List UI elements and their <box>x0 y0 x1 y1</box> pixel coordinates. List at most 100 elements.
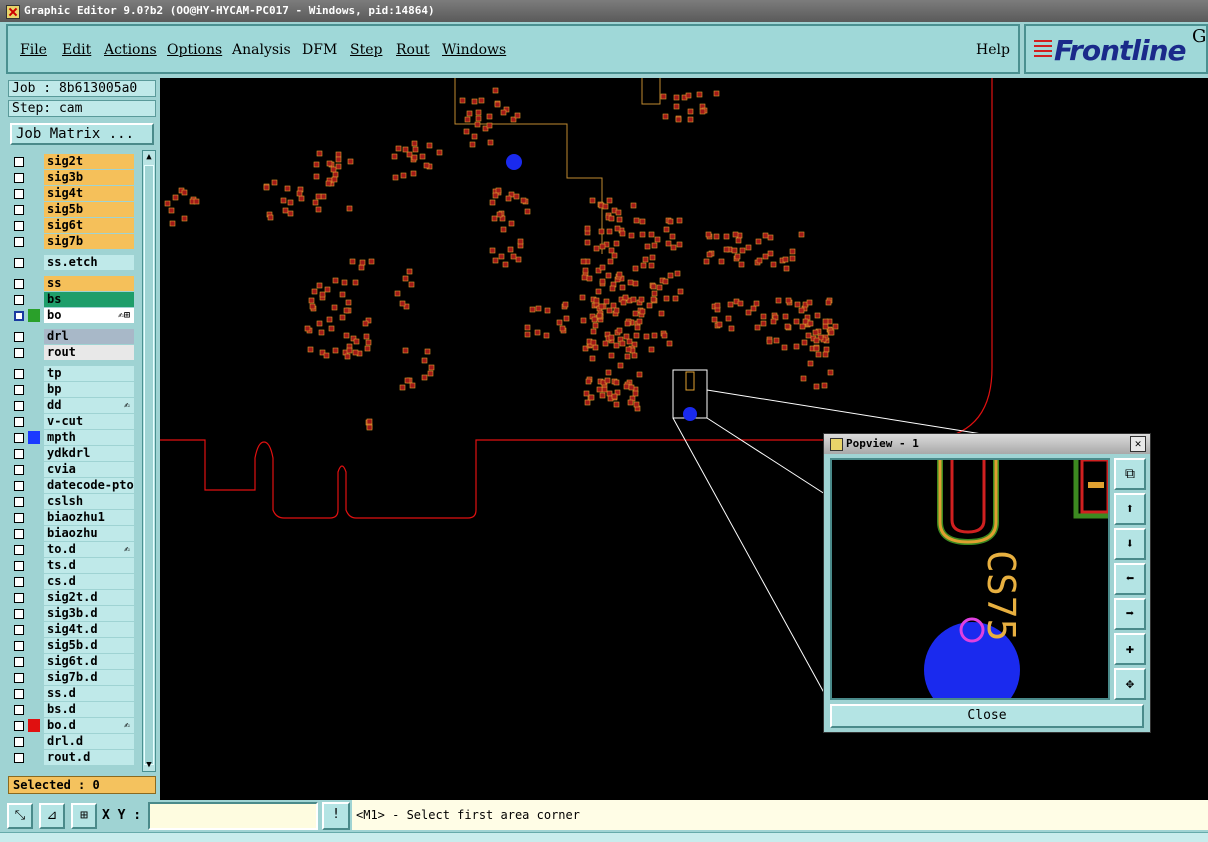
layer-name[interactable]: sig3b.d <box>44 606 134 621</box>
layer-row-rout.d[interactable]: rout.d <box>8 750 134 765</box>
layer-checkbox[interactable] <box>14 369 24 379</box>
layer-name[interactable]: sig7b <box>44 234 134 249</box>
layer-row-ydkdrl[interactable]: ydkdrl <box>8 446 134 461</box>
layer-name[interactable]: bp <box>44 382 134 397</box>
layer-checkbox[interactable] <box>14 673 24 683</box>
layer-name[interactable]: cvia <box>44 462 134 477</box>
scroll-down-icon[interactable]: ▼ <box>144 760 154 770</box>
info-icon[interactable]: ! <box>322 802 350 830</box>
layer-name[interactable]: ss.etch <box>44 255 134 270</box>
layer-name[interactable]: sig5b <box>44 202 134 217</box>
layer-row-sig5b[interactable]: sig5b <box>8 202 134 217</box>
layer-name[interactable]: sig7b.d <box>44 670 134 685</box>
layer-checkbox[interactable] <box>14 609 24 619</box>
layer-name[interactable]: bo.d ✍ <box>44 718 134 733</box>
menu-analysis[interactable]: Analysis <box>232 42 291 58</box>
layer-row-ss[interactable]: ss <box>8 276 134 291</box>
layer-checkbox[interactable] <box>14 513 24 523</box>
layer-row-bs.d[interactable]: bs.d <box>8 702 134 717</box>
layer-name[interactable]: sig3b <box>44 170 134 185</box>
scroll-up-icon[interactable]: ▲ <box>144 152 154 162</box>
layer-name[interactable]: ts.d <box>44 558 134 573</box>
popview-close-icon[interactable]: ✕ <box>1130 436 1146 452</box>
layer-row-bo[interactable]: bo ✍⊞ <box>8 308 134 323</box>
layer-checkbox[interactable] <box>14 205 24 215</box>
menu-actions[interactable]: Actions <box>104 42 157 58</box>
pan-right-icon[interactable]: ➡ <box>1114 598 1146 630</box>
layer-row-cslsh[interactable]: cslsh <box>8 494 134 509</box>
grid-icon[interactable]: ⊞ <box>71 803 97 829</box>
layer-row-v-cut[interactable]: v-cut <box>8 414 134 429</box>
layer-checkbox[interactable] <box>14 237 24 247</box>
pan-left-icon[interactable]: ⬅ <box>1114 563 1146 595</box>
layer-row-cs.d[interactable]: cs.d <box>8 574 134 589</box>
layer-checkbox[interactable] <box>14 449 24 459</box>
layer-name[interactable]: bo ✍⊞ <box>44 308 134 323</box>
menu-help[interactable]: Help <box>976 42 1010 58</box>
layer-checkbox[interactable] <box>14 401 24 411</box>
layer-checkbox[interactable] <box>14 417 24 427</box>
layer-row-sig4t[interactable]: sig4t <box>8 186 134 201</box>
layer-row-sig7b[interactable]: sig7b <box>8 234 134 249</box>
pan-up-icon[interactable]: ⬆ <box>1114 493 1146 525</box>
layer-name[interactable]: sig6t.d <box>44 654 134 669</box>
layer-name[interactable]: bs.d <box>44 702 134 717</box>
layer-row-biaozhu1[interactable]: biaozhu1 <box>8 510 134 525</box>
layer-row-ss.etch[interactable]: ss.etch <box>8 255 134 270</box>
menu-edit[interactable]: Edit <box>62 42 91 58</box>
layer-row-sig3b[interactable]: sig3b <box>8 170 134 185</box>
layer-name[interactable]: ss.d <box>44 686 134 701</box>
layer-checkbox[interactable] <box>14 577 24 587</box>
layer-checkbox[interactable] <box>14 545 24 555</box>
layer-name[interactable]: sig6t <box>44 218 134 233</box>
scroll-thumb[interactable] <box>144 165 154 765</box>
layer-name[interactable]: drl.d <box>44 734 134 749</box>
layer-checkbox[interactable] <box>14 295 24 305</box>
layer-checkbox[interactable] <box>14 593 24 603</box>
menu-dfm[interactable]: DFM <box>302 42 337 58</box>
layer-name[interactable]: to.d ✍ <box>44 542 134 557</box>
layer-checkbox[interactable] <box>14 173 24 183</box>
layer-checkbox[interactable] <box>14 433 24 443</box>
layer-checkbox[interactable] <box>14 189 24 199</box>
layer-row-sig6t.d[interactable]: sig6t.d <box>8 654 134 669</box>
zoom-out-icon[interactable]: ✥ <box>1114 668 1146 700</box>
layer-name[interactable]: drl <box>44 329 134 344</box>
layer-name[interactable]: ydkdrl <box>44 446 134 461</box>
menu-windows[interactable]: Windows <box>442 42 506 58</box>
layer-row-sig5b.d[interactable]: sig5b.d <box>8 638 134 653</box>
layer-row-bs[interactable]: bs <box>8 292 134 307</box>
layer-checkbox[interactable] <box>14 705 24 715</box>
layer-checkbox[interactable] <box>14 625 24 635</box>
layer-name[interactable]: sig4t <box>44 186 134 201</box>
layer-row-sig6t[interactable]: sig6t <box>8 218 134 233</box>
layer-row-sig2t[interactable]: sig2t <box>8 154 134 169</box>
layer-name[interactable]: tp <box>44 366 134 381</box>
layer-name[interactable]: sig4t.d <box>44 622 134 637</box>
layer-name[interactable]: ss <box>44 276 134 291</box>
zoom-area-icon[interactable]: ⤡ <box>7 803 33 829</box>
layer-name[interactable]: sig5b.d <box>44 638 134 653</box>
layer-row-ss.d[interactable]: ss.d <box>8 686 134 701</box>
layer-row-datecode-pto[interactable]: datecode-pto <box>8 478 134 493</box>
zoom-in-icon[interactable]: ✚ <box>1114 633 1146 665</box>
layer-name[interactable]: mpth <box>44 430 134 445</box>
layer-row-mpth[interactable]: mpth <box>8 430 134 445</box>
layer-row-ts.d[interactable]: ts.d <box>8 558 134 573</box>
xy-input[interactable] <box>148 802 318 830</box>
layer-row-cvia[interactable]: cvia <box>8 462 134 477</box>
layer-row-sig3b.d[interactable]: sig3b.d <box>8 606 134 621</box>
layer-checkbox[interactable] <box>14 737 24 747</box>
layer-row-bo.d[interactable]: bo.d ✍ <box>8 718 134 733</box>
layer-checkbox[interactable] <box>14 258 24 268</box>
layer-checkbox[interactable] <box>14 311 24 321</box>
popview-close-button[interactable]: Close <box>830 704 1144 728</box>
layer-name[interactable]: v-cut <box>44 414 134 429</box>
layer-name[interactable]: bs <box>44 292 134 307</box>
layer-name[interactable]: biaozhu <box>44 526 134 541</box>
layer-row-drl.d[interactable]: drl.d <box>8 734 134 749</box>
layer-checkbox[interactable] <box>14 481 24 491</box>
menu-file[interactable]: File <box>20 42 47 58</box>
menu-options[interactable]: Options <box>167 42 222 58</box>
layer-checkbox[interactable] <box>14 657 24 667</box>
